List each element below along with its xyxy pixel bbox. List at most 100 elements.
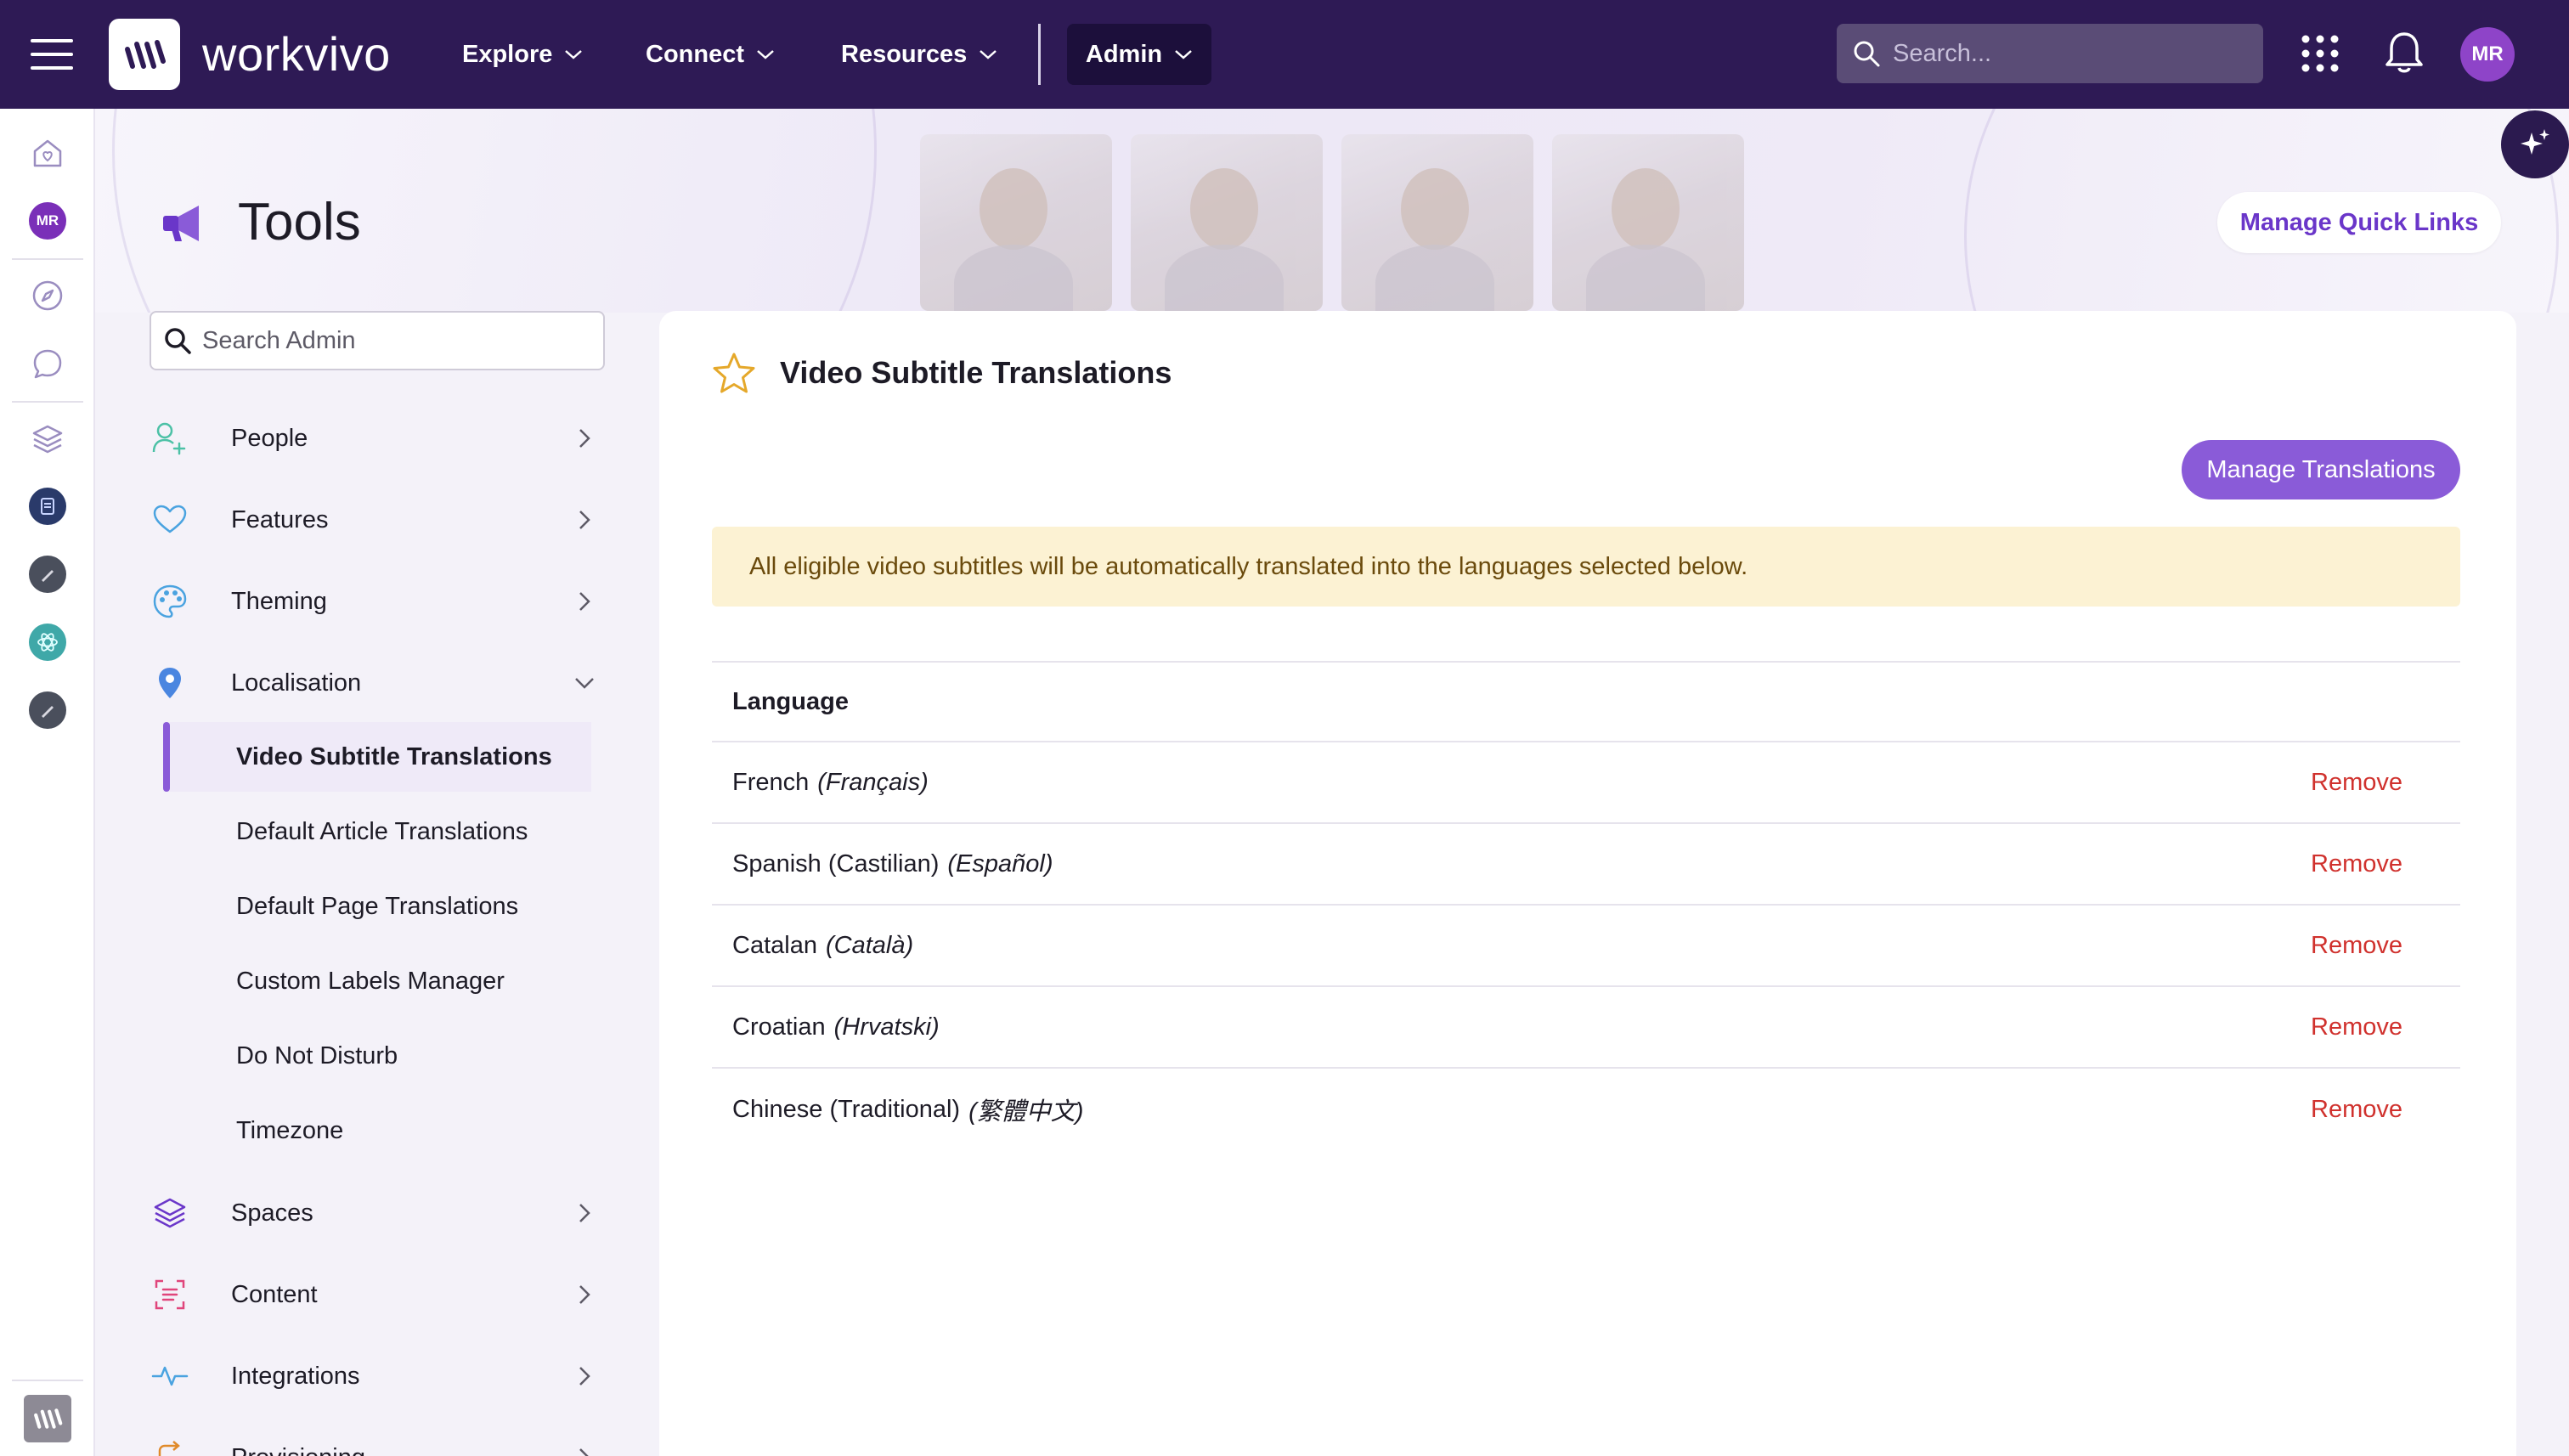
chevron-right-icon: [579, 511, 590, 529]
sidebar-subitem-custom-labels-manager[interactable]: Custom Labels Manager: [163, 946, 591, 1016]
global-search-input[interactable]: [1893, 39, 2250, 68]
sidebar-item-features[interactable]: Features: [150, 493, 605, 547]
language-native-name: (Hrvatski): [833, 1013, 940, 1041]
table-header: Language: [712, 661, 2460, 742]
sidebar-subitem-default-page-translations[interactable]: Default Page Translations: [163, 872, 591, 941]
language-name: French: [732, 768, 810, 796]
remove-button[interactable]: Remove: [2311, 1013, 2402, 1041]
pencil-space-icon-2[interactable]: [29, 691, 66, 729]
logo-text[interactable]: workvivo: [202, 22, 391, 87]
manage-translations-button[interactable]: Manage Translations: [2182, 440, 2460, 499]
team-photo: [1341, 134, 1533, 313]
language-native-name: (Français): [817, 768, 929, 796]
megaphone-icon: [163, 206, 199, 241]
table-row: Croatian (Hrvatski) Remove: [712, 987, 2460, 1069]
nav-explore[interactable]: Explore: [462, 0, 583, 109]
nav-resources[interactable]: Resources: [841, 0, 997, 109]
layers-icon: [151, 1194, 189, 1232]
add-user-icon: [151, 420, 189, 457]
workvivo-logo-icon[interactable]: [109, 19, 180, 90]
admin-search-input[interactable]: [202, 326, 593, 355]
layers-icon[interactable]: [29, 420, 66, 457]
ai-sparkle-icon[interactable]: [2501, 110, 2569, 178]
nav-divider: [1038, 24, 1041, 85]
sidebar-item-label: Localisation: [231, 669, 362, 697]
apps-grid-icon[interactable]: [2301, 34, 2340, 73]
bell-icon[interactable]: [2382, 29, 2426, 76]
rail-avatar[interactable]: MR: [29, 202, 66, 240]
rail-divider: [12, 401, 83, 403]
sidebar-item-content[interactable]: Content: [150, 1267, 605, 1322]
sidebar-subitem-default-article-translations[interactable]: Default Article Translations: [163, 797, 591, 866]
chevron-down-icon: [565, 50, 583, 59]
sidebar-item-theming[interactable]: Theming: [150, 574, 605, 629]
user-avatar[interactable]: MR: [2460, 27, 2515, 82]
admin-menu-button[interactable]: Admin: [1067, 24, 1211, 85]
search-icon: [165, 328, 191, 354]
admin-search[interactable]: [150, 311, 605, 370]
provisioning-icon: [151, 1439, 189, 1456]
chevron-down-icon: [757, 50, 774, 59]
chevron-right-icon: [579, 429, 590, 448]
sidebar-subitem-label: Video Subtitle Translations: [236, 742, 552, 770]
sidebar-item-label: Provisioning: [231, 1444, 365, 1456]
sidebar-item-localisation[interactable]: Localisation: [150, 656, 605, 710]
sidebar-item-label: Features: [231, 505, 329, 533]
column-header-language: Language: [732, 687, 849, 715]
language-name: Chinese (Traditional): [732, 1095, 961, 1123]
sidebar-item-label: Theming: [231, 587, 327, 615]
sidebar-subitem-do-not-disturb[interactable]: Do Not Disturb: [163, 1021, 591, 1091]
team-photo: [920, 134, 1112, 313]
sidebar-item-label: Content: [231, 1280, 318, 1308]
star-icon[interactable]: [712, 352, 756, 394]
pencil-space-icon[interactable]: [29, 556, 66, 593]
compass-icon[interactable]: [29, 277, 66, 314]
language-name: Catalan: [732, 931, 817, 959]
chevron-right-icon: [579, 1204, 590, 1222]
manage-quick-links-button[interactable]: Manage Quick Links: [2217, 192, 2501, 253]
location-pin-icon: [151, 664, 189, 702]
chevron-right-icon: [579, 1367, 590, 1385]
menu-icon[interactable]: [31, 37, 75, 71]
chat-icon[interactable]: [29, 345, 66, 382]
remove-button[interactable]: Remove: [2311, 769, 2402, 797]
global-search[interactable]: [1837, 24, 2263, 83]
sidebar-item-integrations[interactable]: Integrations: [150, 1349, 605, 1403]
sidebar-subitem-label: Timezone: [236, 1116, 344, 1144]
sidebar-item-spaces[interactable]: Spaces: [150, 1186, 605, 1240]
languages-table: Language French (Français) Remove Spanis…: [712, 661, 2460, 1150]
heart-icon: [151, 501, 189, 539]
team-photo: [1131, 134, 1323, 313]
sidebar-subitem-video-subtitle-translations[interactable]: Video Subtitle Translations: [163, 722, 591, 792]
hero-banner: [95, 109, 2569, 313]
chevron-down-icon: [575, 678, 594, 689]
activity-pulse-icon: [151, 1357, 189, 1395]
content-scan-icon: [151, 1276, 189, 1313]
workvivo-app-icon[interactable]: [24, 1395, 71, 1442]
team-photo: [1552, 134, 1744, 313]
language-name: Spanish (Castilian): [732, 849, 940, 878]
table-row: Catalan (Català) Remove: [712, 906, 2460, 987]
sidebar-item-label: Spaces: [231, 1199, 313, 1227]
remove-button[interactable]: Remove: [2311, 850, 2402, 878]
nav-connect[interactable]: Connect: [646, 0, 775, 109]
sidebar-item-people[interactable]: People: [150, 411, 605, 466]
sidebar-subitem-timezone[interactable]: Timezone: [163, 1096, 591, 1165]
search-icon: [1854, 41, 1880, 67]
sidebar-subitem-label: Default Page Translations: [236, 892, 519, 920]
nav-resources-label: Resources: [841, 40, 968, 68]
chevron-down-icon: [980, 50, 997, 59]
sidebar-item-provisioning[interactable]: Provisioning: [150, 1431, 605, 1456]
atom-space-icon[interactable]: [29, 624, 66, 661]
remove-button[interactable]: Remove: [2311, 1096, 2402, 1124]
chevron-right-icon: [579, 1285, 590, 1304]
language-native-name: (Español): [947, 849, 1053, 878]
table-row: Spanish (Castilian) (Español) Remove: [712, 824, 2460, 906]
remove-button[interactable]: Remove: [2311, 932, 2402, 960]
left-icon-rail: MR: [0, 109, 95, 1456]
sidebar-subitem-label: Do Not Disturb: [236, 1041, 398, 1069]
rail-divider: [12, 258, 83, 260]
space-badge-icon[interactable]: [29, 488, 66, 525]
home-icon[interactable]: [29, 134, 66, 172]
nav-explore-label: Explore: [462, 40, 553, 68]
